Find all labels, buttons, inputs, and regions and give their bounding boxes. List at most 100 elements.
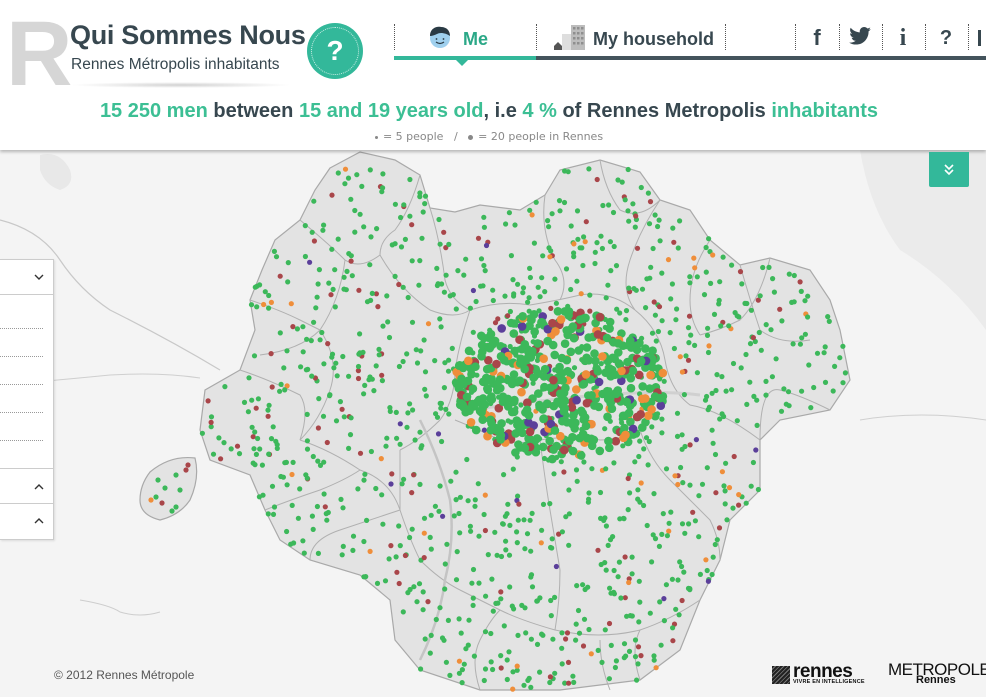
app-title[interactable]: Qui Sommes Nous: [70, 20, 306, 51]
population-dot: [751, 393, 757, 399]
population-dot: [581, 421, 591, 431]
population-dot: [688, 332, 694, 338]
collapse-map-button[interactable]: [929, 152, 969, 187]
population-dot: [748, 483, 754, 489]
population-dot: [344, 268, 350, 274]
population-dot: [447, 672, 453, 679]
population-dot: [352, 207, 358, 214]
population-dot: [605, 443, 614, 453]
population-dot: [777, 306, 783, 312]
population-dot: [470, 595, 476, 601]
population-dot: [611, 591, 618, 597]
population-dot: [574, 208, 581, 214]
population-dot: [622, 197, 628, 203]
population-dot: [679, 432, 685, 438]
population-dot: [665, 257, 672, 263]
population-dot: [566, 680, 572, 686]
population-dot: [294, 326, 300, 332]
panel-section-toggle[interactable]: [0, 503, 53, 537]
population-dot: [503, 547, 509, 553]
population-dot: [422, 386, 428, 392]
help-button[interactable]: ?: [307, 23, 363, 79]
population-dot: [680, 480, 686, 486]
population-dot: [356, 287, 362, 293]
population-dot: [449, 345, 455, 351]
more-button[interactable]: [972, 24, 986, 52]
panel-section-toggle[interactable]: [0, 468, 53, 504]
population-dot: [498, 653, 504, 659]
facebook-button[interactable]: f: [801, 24, 833, 52]
population-dot: [556, 389, 565, 399]
population-dot: [376, 346, 382, 352]
population-dot: [545, 436, 554, 446]
population-dot: [731, 453, 737, 460]
panel-list-item[interactable]: [0, 300, 43, 329]
population-dot: [571, 254, 577, 260]
population-dot: [566, 487, 572, 493]
population-dot: [647, 275, 653, 281]
title-shadow: [70, 82, 292, 88]
population-dot: [681, 392, 688, 398]
population-dot: [250, 460, 256, 466]
population-dot: [539, 354, 548, 364]
panel-list-item[interactable]: [0, 328, 43, 357]
metropole-logo[interactable]: METROPOLE Rennes: [888, 660, 986, 686]
population-dot: [311, 198, 317, 204]
population-dot: [446, 241, 452, 247]
nav-divider: [968, 24, 969, 50]
help-link-button[interactable]: ?: [930, 24, 962, 52]
population-dot: [790, 341, 796, 347]
population-dot: [503, 538, 509, 544]
panel-list-item[interactable]: [0, 356, 43, 385]
map[interactable]: [0, 150, 986, 697]
rennes-logo[interactable]: rennes VIVRE EN INTELLIGENCE: [772, 662, 865, 685]
population-dot: [681, 569, 687, 575]
population-dot: [177, 487, 183, 493]
population-dot: [548, 340, 558, 350]
population-dot: [708, 280, 714, 286]
population-dot: [656, 543, 663, 550]
population-dot: [421, 337, 427, 343]
population-dot: [621, 516, 627, 522]
population-dot: [316, 396, 322, 402]
population-dot: [666, 528, 672, 534]
population-dot: [546, 224, 552, 230]
population-dot: [742, 300, 748, 306]
population-dot: [703, 269, 709, 275]
population-dot: [517, 387, 526, 397]
population-dot: [471, 362, 480, 372]
population-dot: [664, 533, 671, 539]
population-dot: [413, 347, 419, 353]
population-dot: [500, 521, 506, 527]
population-dot: [210, 451, 217, 457]
tab-me[interactable]: Me: [428, 22, 488, 56]
info-button[interactable]: i: [887, 24, 919, 52]
panel-list-item[interactable]: [0, 384, 43, 413]
panel-list-item[interactable]: [0, 412, 43, 441]
twitter-button[interactable]: [844, 24, 876, 52]
population-dot: [268, 351, 274, 357]
population-dot: [548, 248, 554, 254]
logo-r[interactable]: R: [6, 8, 72, 100]
population-dot: [442, 561, 448, 567]
population-dot: [611, 436, 621, 446]
population-dot: [563, 366, 572, 376]
population-dot: [222, 384, 228, 390]
population-dot: [489, 576, 495, 582]
population-dot: [736, 492, 742, 498]
population-dot: [607, 585, 613, 591]
population-dot: [538, 442, 548, 452]
panel-section-toggle[interactable]: [0, 260, 53, 295]
population-dot: [498, 596, 504, 602]
population-dot: [624, 613, 630, 619]
map-canvas[interactable]: [0, 150, 986, 697]
population-dot: [722, 488, 728, 494]
tab-my-household[interactable]: My household: [553, 22, 714, 56]
population-dot: [673, 606, 679, 612]
population-dot: [610, 209, 617, 216]
filter-panel: [0, 259, 54, 540]
population-dot: [555, 365, 564, 375]
population-dot: [253, 451, 259, 457]
population-dot: [702, 397, 709, 403]
population-dot: [528, 684, 534, 691]
